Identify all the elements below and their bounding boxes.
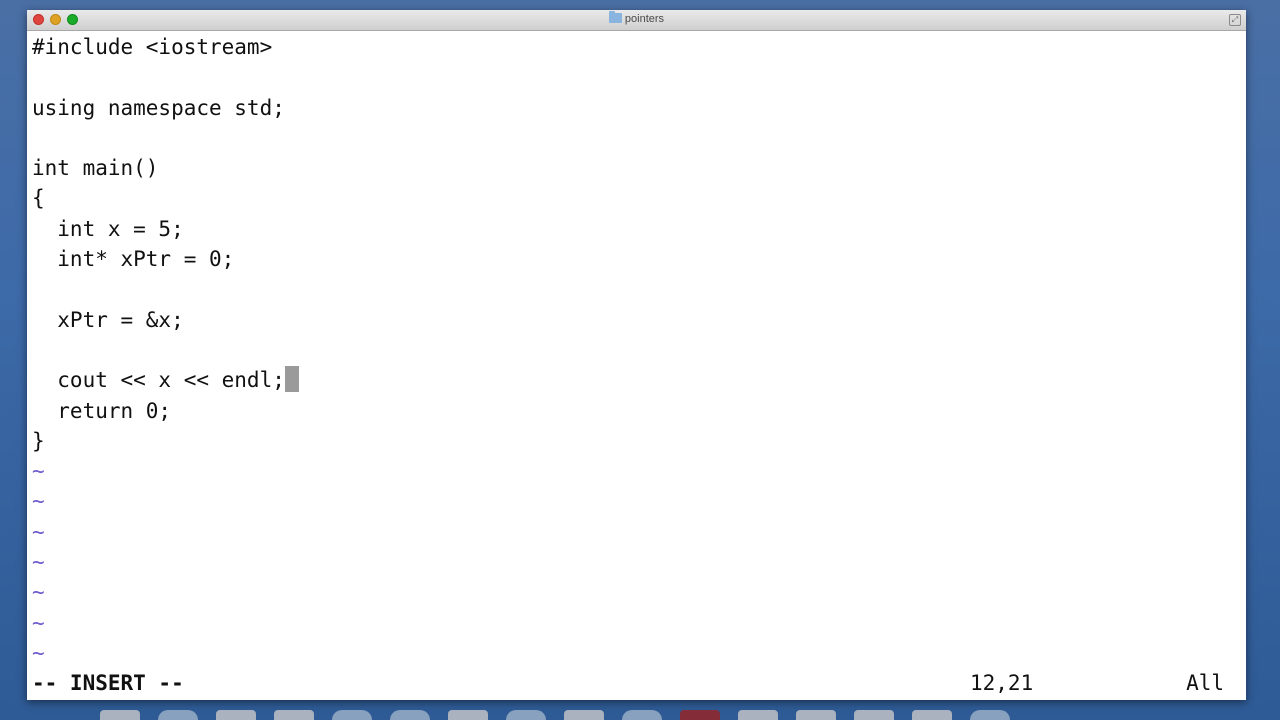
window-title-text: pointers — [624, 13, 665, 25]
code-line: #include <iostream> — [32, 35, 273, 59]
code-line-with-cursor: cout << x << endl; — [32, 365, 1246, 395]
terminal-window: pointers ⤢ #include <iostream> using nam… — [27, 10, 1246, 700]
text-cursor — [284, 366, 299, 393]
code-line: int* xPtr = 0; — [32, 247, 235, 272]
app-icon[interactable] — [622, 710, 662, 720]
finder-icon[interactable] — [100, 710, 140, 720]
app-icon[interactable] — [970, 710, 1010, 720]
code-line: using namespace std; — [32, 95, 285, 120]
app-icon[interactable] — [274, 710, 314, 720]
code-line: int x = 5; — [32, 216, 184, 241]
scroll-indicator: All — [1186, 671, 1224, 695]
app-icon[interactable] — [332, 710, 372, 720]
empty-line-marker: ~ — [32, 550, 45, 575]
app-icon[interactable] — [796, 710, 836, 720]
app-icon[interactable] — [680, 710, 720, 720]
empty-line-marker: ~ — [32, 519, 45, 544]
app-icon[interactable] — [912, 710, 952, 720]
cursor-position: 12,21 — [970, 671, 1034, 695]
title-bar[interactable]: pointers ⤢ — [27, 10, 1246, 31]
vim-editor[interactable]: #include <iostream> using namespace std;… — [32, 32, 1246, 700]
app-icon[interactable] — [506, 710, 546, 720]
empty-line-marker: ~ — [32, 610, 45, 635]
empty-line-marker: ~ — [32, 580, 45, 605]
app-icon[interactable] — [564, 710, 604, 720]
mode-indicator: -- INSERT -- — [32, 671, 184, 695]
code-line-text: cout << x << endl; — [32, 368, 285, 393]
app-icon[interactable] — [738, 710, 778, 720]
app-icon[interactable] — [216, 710, 256, 720]
code-line: xPtr = &x; — [32, 307, 184, 332]
folder-icon — [608, 11, 622, 23]
code-line: return 0; — [32, 398, 172, 423]
vim-status-bar: -- INSERT -- 12,21 All — [32, 668, 1246, 698]
globe-icon[interactable] — [390, 710, 430, 720]
code-line: { — [32, 186, 45, 211]
empty-line-marker: ~ — [32, 640, 45, 665]
dock — [100, 708, 1200, 720]
code-line: } — [32, 428, 45, 453]
app-icon[interactable] — [448, 710, 488, 720]
code-line: int main() — [32, 156, 159, 181]
empty-line-marker: ~ — [32, 489, 45, 514]
empty-line-marker: ~ — [32, 459, 45, 484]
window-title: pointers — [27, 11, 1246, 25]
fullscreen-icon[interactable]: ⤢ — [1229, 14, 1241, 26]
app-icon[interactable] — [854, 710, 894, 720]
safari-icon[interactable] — [158, 710, 198, 720]
